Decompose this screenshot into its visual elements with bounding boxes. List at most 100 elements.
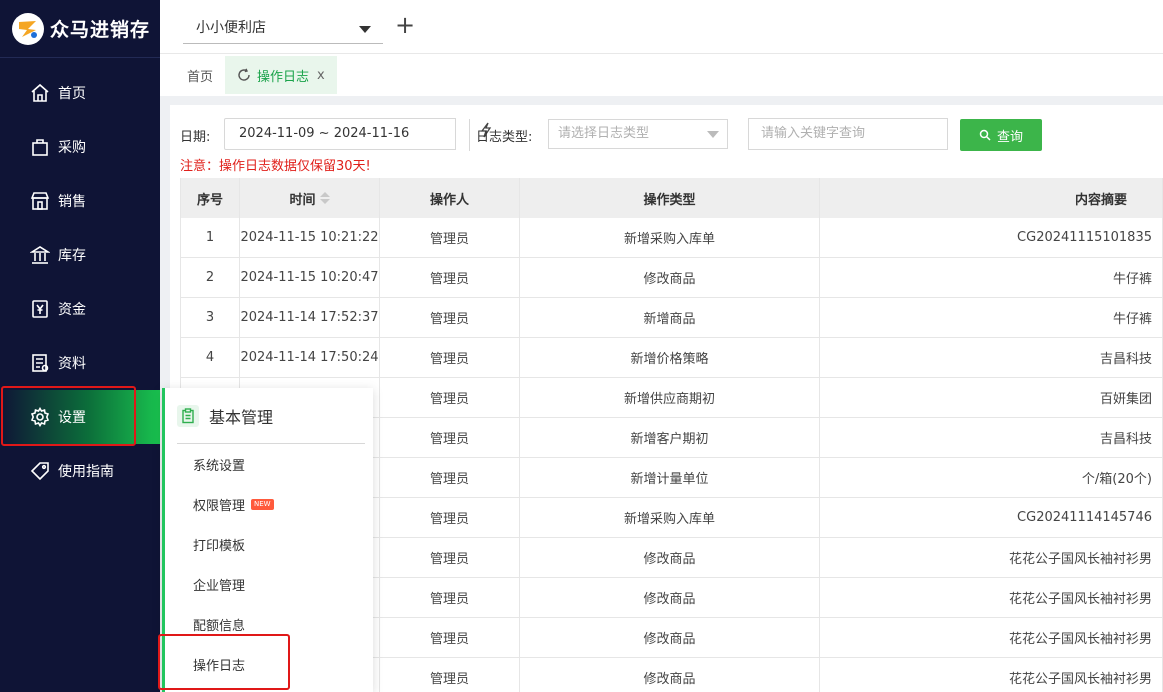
cell-summary: 百妍集团 bbox=[820, 378, 1163, 417]
header-summary: 内容摘要 bbox=[820, 178, 1163, 218]
document-icon bbox=[30, 353, 50, 373]
app-logo[interactable]: 众马进销存 bbox=[0, 0, 160, 58]
refresh-icon[interactable] bbox=[237, 68, 251, 82]
tab-bar: 首页 操作日志 x bbox=[160, 54, 1163, 96]
sidebar-item-data[interactable]: 资料 bbox=[0, 336, 160, 390]
cell-operator: 管理员 bbox=[380, 658, 520, 692]
cell-operator: 管理员 bbox=[380, 538, 520, 577]
table-row[interactable]: 4 2024-11-14 17:50:24 管理员 新增价格策略 吉昌科技 bbox=[180, 338, 1163, 378]
chevron-down-icon bbox=[707, 131, 719, 138]
log-type-select[interactable]: 请选择日志类型 bbox=[548, 119, 728, 149]
sidebar-item-label: 资金 bbox=[58, 302, 86, 318]
header-operator: 操作人 bbox=[380, 178, 520, 218]
yen-icon bbox=[30, 299, 50, 319]
bag-icon bbox=[30, 137, 50, 157]
cell-summary: 牛仔裤 bbox=[820, 298, 1163, 337]
sidebar-item-sales[interactable]: 销售 bbox=[0, 174, 160, 228]
header-time[interactable]: 时间 bbox=[240, 178, 380, 218]
menu-item-quota[interactable]: 配额信息 bbox=[165, 604, 373, 644]
store-select[interactable]: 小小便利店 bbox=[183, 10, 383, 44]
table-row[interactable]: 1 2024-11-15 10:21:22 管理员 新增采购入库单 CG20241115… bbox=[180, 218, 1163, 258]
cell-operator: 管理员 bbox=[380, 578, 520, 617]
top-bar: 小小便利店 + bbox=[160, 0, 1163, 54]
tab-label: 操作日志 bbox=[257, 69, 310, 85]
cell-time: 2024-11-15 10:20:47 bbox=[240, 258, 380, 297]
sidebar-item-label: 首页 bbox=[58, 86, 86, 102]
logo-icon bbox=[12, 12, 44, 45]
app-name: 众马进销存 bbox=[50, 19, 151, 41]
cell-operator: 管理员 bbox=[380, 378, 520, 417]
search-icon bbox=[979, 129, 991, 141]
cell-op-type: 新增供应商期初 bbox=[520, 378, 820, 417]
cell-summary: 个/箱(20个) bbox=[820, 458, 1163, 497]
cell-no: 2 bbox=[180, 258, 240, 297]
log-type-placeholder: 请选择日志类型 bbox=[558, 126, 650, 141]
menu-item-operation-log[interactable]: 操作日志 bbox=[165, 644, 373, 684]
keyword-search-input[interactable]: 请输入关键字查询 bbox=[748, 118, 948, 150]
menu-item-label: 企业管理 bbox=[193, 578, 246, 594]
menu-item-print-templates[interactable]: 打印模板 bbox=[165, 524, 373, 564]
cell-summary: 牛仔裤 bbox=[820, 258, 1163, 297]
cell-no: 4 bbox=[180, 338, 240, 377]
tab-home[interactable]: 首页 bbox=[175, 56, 225, 94]
sidebar-item-label: 销售 bbox=[58, 194, 86, 210]
log-type-label: 日志类型: bbox=[476, 130, 533, 145]
menu-item-label: 权限管理 bbox=[193, 498, 246, 514]
cell-time: 2024-11-15 10:21:22 bbox=[240, 218, 380, 257]
gear-icon bbox=[30, 407, 50, 427]
sidebar-item-funds[interactable]: 资金 bbox=[0, 282, 160, 336]
settings-flyout-menu: 基本管理 系统设置 权限管理 NEW 打印模板 企业管理 配额信息 操作日志 bbox=[162, 388, 373, 692]
sidebar-item-label: 资料 bbox=[58, 356, 86, 372]
table-row[interactable]: 3 2024-11-14 17:52:37 管理员 新增商品 牛仔裤 bbox=[180, 298, 1163, 338]
cell-summary: 吉昌科技 bbox=[820, 418, 1163, 457]
chevron-down-icon bbox=[359, 26, 371, 33]
add-store-button[interactable]: + bbox=[395, 13, 415, 37]
sidebar-item-inventory[interactable]: 库存 bbox=[0, 228, 160, 282]
sort-icon[interactable] bbox=[319, 192, 330, 204]
menu-item-permissions[interactable]: 权限管理 NEW bbox=[165, 484, 373, 524]
cell-operator: 管理员 bbox=[380, 458, 520, 497]
cell-op-type: 修改商品 bbox=[520, 258, 820, 297]
cell-summary: 吉昌科技 bbox=[820, 338, 1163, 377]
keyword-placeholder: 请输入关键字查询 bbox=[761, 126, 866, 141]
flyout-header: 基本管理 bbox=[177, 388, 365, 444]
header-time-label: 时间 bbox=[289, 192, 316, 208]
filter-bar: 日期: 2024-11-09 ~ 2024-11-16 日志类型: 请选择日志类… bbox=[180, 118, 1163, 151]
cell-op-type: 修改商品 bbox=[520, 618, 820, 657]
cell-operator: 管理员 bbox=[380, 338, 520, 377]
header-op-type: 操作类型 bbox=[520, 178, 820, 218]
table-header: 序号 时间 操作人 操作类型 内容摘要 bbox=[180, 178, 1163, 218]
app-root: 众马进销存 首页 采购 销售 库存 资金 资料 设置 使用指南 小小便利店 + … bbox=[0, 0, 1163, 692]
menu-item-enterprise[interactable]: 企业管理 bbox=[165, 564, 373, 604]
cell-summary: 花花公子国风长袖衬衫男 bbox=[820, 538, 1163, 577]
warehouse-icon bbox=[30, 245, 50, 265]
sidebar-item-label: 使用指南 bbox=[58, 464, 114, 480]
cell-op-type: 新增商品 bbox=[520, 298, 820, 337]
close-icon[interactable]: x bbox=[317, 68, 325, 83]
query-button-label: 查询 bbox=[996, 129, 1023, 145]
table-row[interactable]: 2 2024-11-15 10:20:47 管理员 修改商品 牛仔裤 bbox=[180, 258, 1163, 298]
sidebar-item-home[interactable]: 首页 bbox=[0, 66, 160, 120]
cell-operator: 管理员 bbox=[380, 498, 520, 537]
sidebar-item-purchase[interactable]: 采购 bbox=[0, 120, 160, 174]
menu-item-label: 操作日志 bbox=[193, 658, 246, 674]
cell-summary: CG20241115101835 bbox=[820, 218, 1163, 257]
cell-op-type: 新增采购入库单 bbox=[520, 498, 820, 537]
cell-no: 3 bbox=[180, 298, 240, 337]
sidebar-item-settings[interactable]: 设置 bbox=[0, 390, 160, 444]
tab-operation-log[interactable]: 操作日志 x bbox=[225, 56, 337, 94]
cell-no: 1 bbox=[180, 218, 240, 257]
menu-item-system-settings[interactable]: 系统设置 bbox=[165, 444, 373, 484]
cell-operator: 管理员 bbox=[380, 218, 520, 257]
sidebar-item-label: 库存 bbox=[58, 248, 86, 264]
cell-summary: 花花公子国风长袖衬衫男 bbox=[820, 578, 1163, 617]
retention-notice: 注意：操作日志数据仅保留30天! bbox=[180, 159, 371, 174]
sidebar-item-guide[interactable]: 使用指南 bbox=[0, 444, 160, 498]
cell-operator: 管理员 bbox=[380, 418, 520, 457]
tab-label: 首页 bbox=[187, 69, 214, 85]
home-icon bbox=[30, 83, 50, 103]
query-button[interactable]: 查询 bbox=[960, 119, 1042, 151]
store-select-value: 小小便利店 bbox=[196, 19, 266, 36]
cell-op-type: 新增计量单位 bbox=[520, 458, 820, 497]
date-range-input[interactable]: 2024-11-09 ~ 2024-11-16 bbox=[224, 118, 491, 151]
